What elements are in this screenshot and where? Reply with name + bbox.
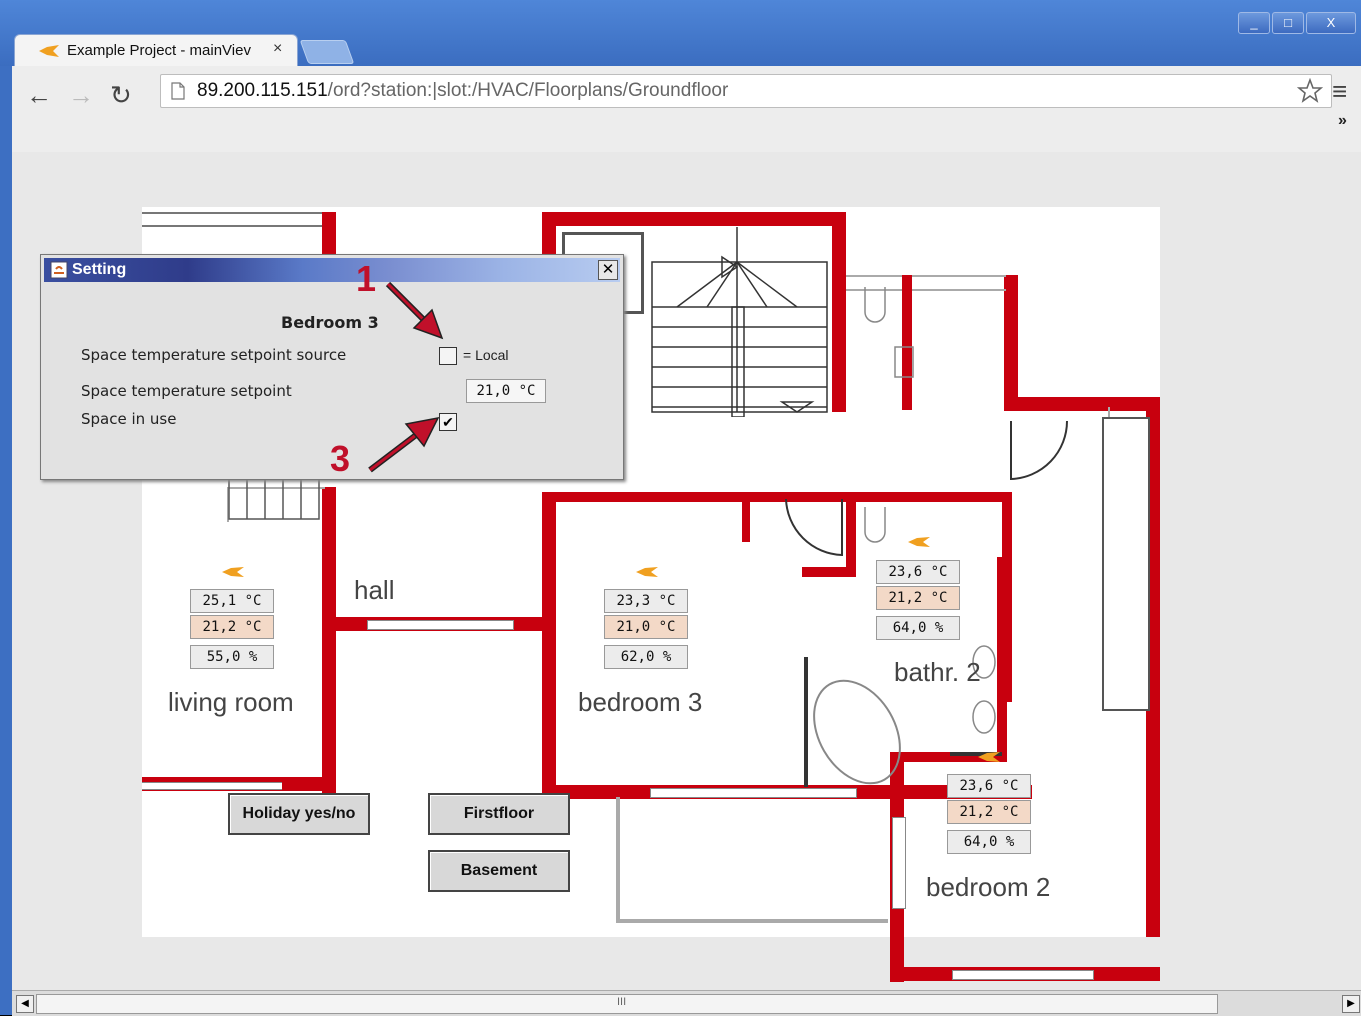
tab-close-icon[interactable]: × xyxy=(273,40,282,58)
bedroom3-label: bedroom 3 xyxy=(578,687,703,717)
bedroom2-label: bedroom 2 xyxy=(926,872,1051,902)
new-tab-button[interactable] xyxy=(299,40,355,64)
bathroom2-temperature: 23,6 °C xyxy=(876,560,960,584)
title-bar: _ □ X Example Project - mainViev × xyxy=(0,0,1361,67)
living-room-setpoint[interactable]: 21,2 °C xyxy=(190,615,274,639)
door-swing xyxy=(785,498,843,557)
scroll-right-icon[interactable]: ▶ xyxy=(1342,995,1360,1013)
toilet xyxy=(864,507,886,543)
setpoint-label: Space temperature setpoint xyxy=(81,382,292,400)
fan-icon xyxy=(978,752,1000,762)
bathroom2-label: bathr. 2 xyxy=(894,657,981,687)
hall-label: hall xyxy=(354,575,395,605)
door-swing xyxy=(1010,420,1068,481)
reload-icon[interactable]: ↻ xyxy=(110,80,132,111)
annotation-3: 3 xyxy=(330,438,351,479)
bookmarks-overflow-icon[interactable]: » xyxy=(1338,112,1347,130)
bedroom2-humidity: 64,0 % xyxy=(947,830,1031,854)
bathroom2-humidity: 64,0 % xyxy=(876,616,960,640)
back-arrow-icon[interactable]: ← xyxy=(26,80,52,111)
menu-icon[interactable]: ≡ xyxy=(1332,76,1347,107)
staircase-drawing xyxy=(651,227,828,417)
forward-arrow-icon[interactable]: → xyxy=(68,80,94,111)
bathroom2-setpoint[interactable]: 21,2 °C xyxy=(876,586,960,610)
living-room-temperature: 25,1 °C xyxy=(190,589,274,613)
url-path: /ord?station:|slot:/HVAC/Floorplans/Grou… xyxy=(327,80,729,101)
scrollbar-grip: III xyxy=(617,996,627,1008)
annotation-1: 1 xyxy=(356,258,377,299)
address-bar[interactable]: 89.200.115.151/ord?station:|slot:/HVAC/F… xyxy=(160,74,1332,108)
bedroom2-setpoint[interactable]: 21,2 °C xyxy=(947,800,1031,824)
toilet-sink xyxy=(864,287,914,378)
browser-window: _ □ X Example Project - mainViev × ← → ↻… xyxy=(0,0,1361,1016)
fan-icon xyxy=(222,567,244,577)
setpoint-source-suffix: = Local xyxy=(463,347,509,363)
java-icon xyxy=(50,261,68,279)
bathtub xyxy=(813,679,901,785)
bedroom3-setpoint[interactable]: 21,0 °C xyxy=(604,615,688,639)
tab-title: Example Project - mainViev xyxy=(67,42,251,59)
dialog-close-icon[interactable]: ✕ xyxy=(598,260,618,280)
close-window-button[interactable]: X xyxy=(1306,12,1356,34)
holiday-button[interactable]: Holiday yes/no xyxy=(228,793,370,835)
setpoint-value[interactable]: 21,0 °C xyxy=(466,379,546,403)
setpoint-source-label: Space temperature setpoint source xyxy=(81,346,347,364)
annotation-arrow-1 xyxy=(385,281,444,340)
bedroom3-humidity: 62,0 % xyxy=(604,645,688,669)
scrollbar-thumb[interactable]: III xyxy=(36,994,1218,1014)
setpoint-source-checkbox[interactable] xyxy=(439,347,457,365)
maximize-button[interactable]: □ xyxy=(1272,12,1304,34)
firstfloor-button[interactable]: Firstfloor xyxy=(428,793,570,835)
dialog-title: Setting xyxy=(72,261,127,278)
fan-icon xyxy=(39,45,59,57)
scroll-left-icon[interactable]: ◀ xyxy=(16,995,34,1013)
horizontal-scrollbar[interactable]: ◀ III ▶ xyxy=(12,990,1361,1016)
fan-icon xyxy=(636,567,658,577)
bedroom2-temperature: 23,6 °C xyxy=(947,774,1031,798)
basement-button[interactable]: Basement xyxy=(428,850,570,892)
url-host: 89.200.115.151 xyxy=(197,80,328,101)
bookmark-star-icon[interactable] xyxy=(1297,78,1323,104)
fan-icon xyxy=(908,537,930,547)
url-text: 89.200.115.151/ord?station:|slot:/HVAC/F… xyxy=(197,80,728,102)
browser-toolbar: ← → ↻ 89.200.115.151/ord?station:|slot:/… xyxy=(12,66,1361,153)
minimize-button[interactable]: _ xyxy=(1238,12,1270,34)
dialog-title-bar[interactable]: Setting ✕ xyxy=(44,258,620,282)
bedroom3-temperature: 23,3 °C xyxy=(604,589,688,613)
dialog-heading: Bedroom 3 xyxy=(281,313,379,332)
stair-steps xyxy=(228,478,320,520)
space-in-use-label: Space in use xyxy=(81,410,177,428)
page-icon xyxy=(171,82,185,100)
annotation-arrow-3 xyxy=(368,416,440,473)
browser-tab[interactable]: Example Project - mainViev × xyxy=(14,34,298,67)
living-room-humidity: 55,0 % xyxy=(190,645,274,669)
living-room-label: living room xyxy=(168,687,294,717)
